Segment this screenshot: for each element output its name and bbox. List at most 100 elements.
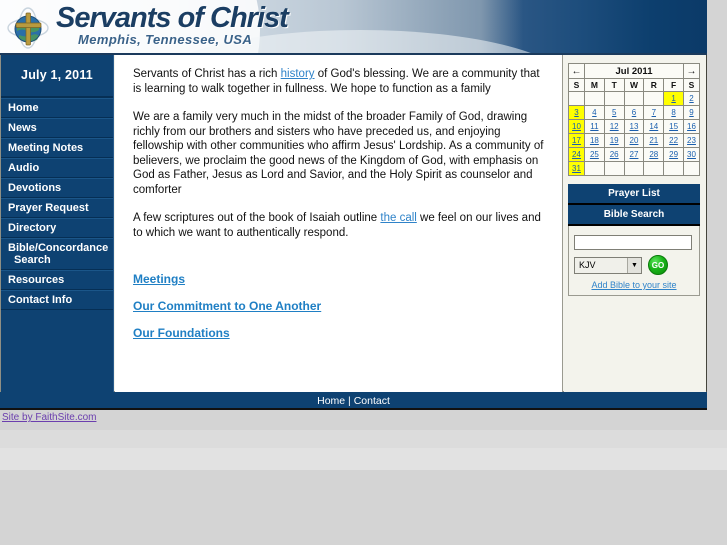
calendar-day-27[interactable]: 27 [623,147,645,162]
calendar-day-link[interactable]: 14 [644,122,663,131]
bible-search-header[interactable]: Bible Search [568,205,700,226]
sidebar-item-label: Home [8,102,39,114]
calendar-day-13[interactable]: 13 [623,119,645,134]
calendar-day-14[interactable]: 14 [643,119,665,134]
calendar-day-link[interactable]: 3 [569,108,584,117]
calendar-day-link[interactable]: 10 [569,122,584,131]
intro-paragraph: Servants of Christ has a rich history of… [133,67,548,96]
sidebar-item-news[interactable]: News [1,118,113,138]
calendar-day-link[interactable]: 28 [644,150,663,159]
calendar-day-link[interactable]: 21 [644,136,663,145]
calendar-day-22[interactable]: 22 [663,133,684,148]
content-link-our-foundations[interactable]: Our Foundations [133,326,548,340]
calendar-day-link[interactable]: 18 [585,136,604,145]
calendar-empty-cell [603,161,625,176]
calendar-day-link[interactable]: 24 [569,150,584,159]
faithsite-credit-link[interactable]: Site by FaithSite.com [2,412,96,423]
calendar-day-link[interactable]: 11 [585,122,604,131]
calendar-day-24[interactable]: 24 [568,147,585,162]
calendar-day-link[interactable]: 22 [664,136,683,145]
calendar-dow-2: T [603,78,625,92]
calendar-day-link[interactable]: 26 [605,150,624,159]
calendar-day-link[interactable]: 31 [569,164,584,173]
calendar-day-link[interactable]: 20 [625,136,644,145]
calendar-day-7[interactable]: 7 [643,105,665,120]
calendar-day-link[interactable]: 27 [625,150,644,159]
calendar-day-link[interactable]: 7 [644,108,663,117]
calendar-day-8[interactable]: 8 [663,105,684,120]
add-bible-link[interactable]: Add Bible to your site [574,280,694,290]
calendar-day-link[interactable]: 1 [664,94,683,103]
sidebar-item-label: Devotions [8,182,62,194]
sidebar-item-home[interactable]: Home [1,98,113,118]
calendar-day-link[interactable]: 8 [664,108,683,117]
calendar-day-1[interactable]: 1 [663,91,684,106]
calendar-day-4[interactable]: 4 [584,105,605,120]
footer-home-link[interactable]: Home [317,395,345,407]
calendar-day-link[interactable]: 30 [684,150,699,159]
calendar-day-link[interactable]: 17 [569,136,584,145]
calendar-day-30[interactable]: 30 [683,147,700,162]
calendar-day-link[interactable]: 2 [684,94,699,103]
calendar-day-link[interactable]: 13 [625,122,644,131]
sidebar-item-directory[interactable]: Directory [1,218,113,238]
calendar-next-month-button[interactable]: → [683,63,700,79]
calendar-dow-4: R [643,78,665,92]
sidebar-item-label: Resources [8,274,65,286]
history-link[interactable]: history [281,68,315,80]
sidebar-item-contact-info[interactable]: Contact Info [1,290,113,310]
calendar-day-2[interactable]: 2 [683,91,700,106]
calendar-widget[interactable]: ← Jul 2011 → SMTWRFS 1 2 3 4 5 6 7 8 9 10 11 12 13 14… [568,63,700,176]
footer-contact-link[interactable]: Contact [354,395,390,407]
calendar-day-link[interactable]: 29 [664,150,683,159]
content-link-our-commitment-to-one-another[interactable]: Our Commitment to One Another [133,299,548,313]
calendar-day-link[interactable]: 4 [585,108,604,117]
calendar-day-link[interactable]: 25 [585,150,604,159]
calendar-day-3[interactable]: 3 [568,105,585,120]
prayer-list-header[interactable]: Prayer List [568,184,700,205]
calendar-day-16[interactable]: 16 [683,119,700,134]
calendar-day-29[interactable]: 29 [663,147,684,162]
calendar-day-31[interactable]: 31 [568,161,585,176]
bible-version-select[interactable]: KJV ▼ [574,256,642,274]
calendar-day-6[interactable]: 6 [623,105,645,120]
sidebar-item-meeting-notes[interactable]: Meeting Notes [1,138,113,158]
sidebar-item-prayer-request[interactable]: Prayer Request [1,198,113,218]
calendar-day-10[interactable]: 10 [568,119,585,134]
calendar-day-21[interactable]: 21 [643,133,665,148]
content-link-meetings[interactable]: Meetings [133,272,548,286]
sidebar-item-bible-concordance[interactable]: Bible/Concordance Search [1,238,113,270]
calendar-empty-cell [643,91,665,106]
calendar-day-23[interactable]: 23 [683,133,700,148]
calendar-day-link[interactable]: 15 [664,122,683,131]
calendar-day-link[interactable]: 12 [605,122,624,131]
calendar-week-row: 24 25 26 27 28 29 30 [568,147,700,162]
bible-search-input[interactable] [574,234,692,250]
calendar-day-link[interactable]: 6 [625,108,644,117]
sidebar-item-audio[interactable]: Audio [1,158,113,178]
calendar-day-11[interactable]: 11 [584,119,605,134]
calendar-prev-month-button[interactable]: ← [568,63,585,79]
calendar-day-link[interactable]: 5 [605,108,624,117]
the-call-link[interactable]: the call [380,212,416,224]
calendar-day-28[interactable]: 28 [643,147,665,162]
sidebar-item-resources[interactable]: Resources [1,270,113,290]
sidebar-item-label: Contact Info [8,294,73,306]
calendar-day-9[interactable]: 9 [683,105,700,120]
calendar-day-18[interactable]: 18 [584,133,605,148]
calendar-day-link[interactable]: 16 [684,122,699,131]
calendar-day-19[interactable]: 19 [603,133,625,148]
calendar-day-25[interactable]: 25 [584,147,605,162]
bible-search-go-button[interactable]: GO [648,255,668,275]
calendar-day-20[interactable]: 20 [623,133,645,148]
calendar-day-26[interactable]: 26 [603,147,625,162]
sidebar-item-devotions[interactable]: Devotions [1,178,113,198]
site-header: Servants of Christ Memphis, Tennessee, U… [0,0,707,55]
calendar-day-17[interactable]: 17 [568,133,585,148]
calendar-day-5[interactable]: 5 [603,105,625,120]
calendar-day-link[interactable]: 23 [684,136,699,145]
calendar-day-link[interactable]: 19 [605,136,624,145]
calendar-day-15[interactable]: 15 [663,119,684,134]
calendar-day-link[interactable]: 9 [684,108,699,117]
calendar-day-12[interactable]: 12 [603,119,625,134]
